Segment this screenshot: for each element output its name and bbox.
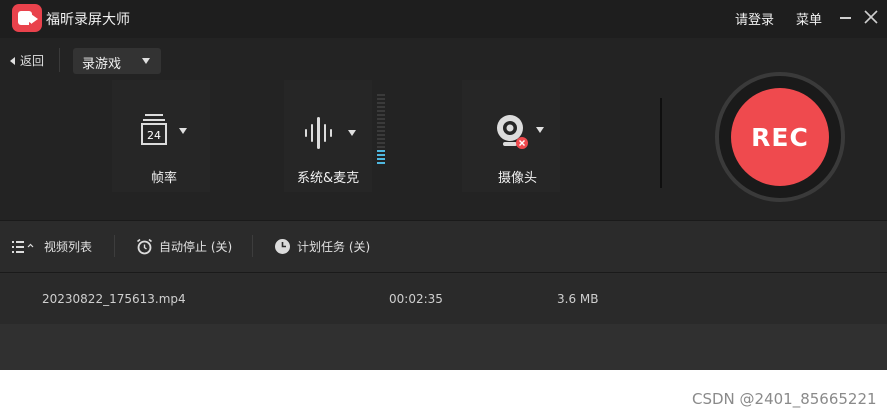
camera-icon — [497, 115, 528, 149]
close-icon[interactable] — [864, 10, 878, 24]
record-controls: 返回 录游戏 24 帧率 系统&麦克 摄像头 REC — [0, 38, 887, 220]
file-duration: 00:02:35 — [389, 292, 443, 306]
login-link[interactable]: 请登录 — [735, 9, 774, 28]
frame-rate-label: 帧率 — [151, 171, 178, 186]
chevron-down-icon — [142, 58, 150, 64]
mode-selected-value: 录游戏 — [82, 57, 122, 72]
video-list-button[interactable]: 视频列表 — [12, 238, 92, 255]
camera-label: 摄像头 — [498, 171, 538, 186]
auto-stop-label: 自动停止 (关) — [159, 240, 233, 254]
alarm-clock-icon — [137, 238, 152, 255]
list-icon — [12, 240, 34, 253]
back-label: 返回 — [20, 54, 45, 68]
divider — [59, 48, 60, 72]
app-title: 福昕录屏大师 — [46, 12, 130, 28]
mode-select[interactable]: 录游戏 — [73, 48, 161, 74]
table-row[interactable]: 20230822_175613.mp4 00:02:35 3.6 MB — [0, 274, 887, 324]
audio-label: 系统&麦克 — [297, 171, 360, 186]
menu-button[interactable]: 菜单 — [796, 9, 822, 28]
back-arrow-icon — [10, 56, 15, 65]
audio-wave-icon — [305, 117, 332, 149]
frame-rate-value: 24 — [147, 129, 161, 142]
title-bar: 福昕录屏大师 请登录 菜单 — [0, 0, 887, 38]
record-button-ring: REC — [715, 72, 845, 202]
app-window: 福昕录屏大师 请登录 菜单 返回 录游戏 24 帧率 系统&麦克 摄像头 REC… — [0, 0, 887, 370]
video-list: 20230822_175613.mp4 00:02:35 3.6 MB — [0, 274, 887, 370]
frame-rate-icon: 24 — [141, 114, 167, 145]
chevron-down-icon — [179, 128, 187, 134]
divider — [660, 98, 662, 188]
chevron-down-icon — [348, 130, 356, 136]
auto-stop-button[interactable]: 自动停止 (关) — [136, 238, 232, 255]
divider — [114, 235, 115, 257]
file-size: 3.6 MB — [557, 292, 599, 306]
minimize-icon[interactable] — [840, 17, 851, 19]
back-button[interactable]: 返回 — [10, 52, 44, 69]
divider — [252, 235, 253, 257]
file-name: 20230822_175613.mp4 — [42, 292, 186, 306]
schedule-task-button[interactable]: 计划任务 (关) — [274, 238, 370, 255]
record-button[interactable]: REC — [731, 88, 829, 186]
app-logo-icon — [12, 4, 42, 32]
clock-icon — [275, 239, 290, 254]
audio-level-meter — [377, 94, 385, 164]
schedule-task-label: 计划任务 (关) — [297, 240, 371, 254]
watermark: CSDN @2401_85665221 — [692, 390, 877, 408]
bottom-toolbar: 视频列表 自动停止 (关) 计划任务 (关) — [0, 220, 887, 273]
video-list-label: 视频列表 — [44, 240, 93, 254]
chevron-down-icon — [536, 127, 544, 133]
